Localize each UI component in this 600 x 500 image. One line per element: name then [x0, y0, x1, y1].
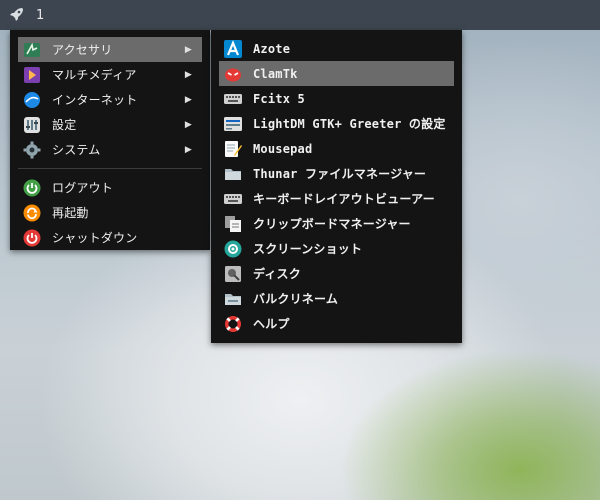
lightdm-icon: [223, 114, 243, 134]
main-menu: アクセサリ ▶ マルチメディア ▶ インターネット ▶ 設定 ▶ システム ▶ …: [10, 30, 210, 250]
submenu-item-keyboard-layout-viewer[interactable]: キーボードレイアウトビューアー: [219, 186, 454, 211]
submenu-item-clipboard-manager[interactable]: クリップボードマネージャー: [219, 211, 454, 236]
taskbar: 1: [0, 0, 600, 30]
submenu-item-help[interactable]: ヘルプ: [219, 311, 454, 336]
submenu-item-label: Mousepad: [253, 141, 313, 156]
submenu-item-mousepad[interactable]: Mousepad: [219, 136, 454, 161]
menu-item-label: アクセサリ: [52, 43, 113, 57]
submenu-item-label: キーボードレイアウトビューアー: [253, 192, 435, 206]
menu-item-system[interactable]: システム ▶: [18, 137, 202, 162]
clamtk-icon: [223, 64, 243, 84]
submenu-item-azote[interactable]: Azote: [219, 36, 454, 61]
menu-item-label: インターネット: [52, 93, 138, 107]
submenu-item-label: Thunar ファイルマネージャー: [253, 167, 427, 181]
submenu-item-label: スクリーンショット: [253, 242, 363, 256]
thunar-icon: [223, 164, 243, 184]
bulk-rename-icon: [223, 289, 243, 309]
keyboard-icon: [223, 89, 243, 109]
submenu-arrow-icon: ▶: [184, 94, 192, 105]
submenu-item-thunar[interactable]: Thunar ファイルマネージャー: [219, 161, 454, 186]
restart-icon: [22, 203, 42, 223]
submenu-arrow-icon: ▶: [184, 69, 192, 80]
help-icon: [223, 314, 243, 334]
clipboard-icon: [223, 214, 243, 234]
disks-icon: [223, 264, 243, 284]
accessories-submenu: Azote ClamTk Fcitx 5 LightDM GTK+ Greete…: [211, 30, 462, 343]
submenu-arrow-icon: ▶: [184, 119, 192, 130]
menu-item-accessories[interactable]: アクセサリ ▶: [18, 37, 202, 62]
screenshot-icon: [223, 239, 243, 259]
submenu-item-label: クリップボードマネージャー: [253, 217, 411, 231]
rocket-launcher-icon[interactable]: [6, 4, 28, 26]
submenu-item-label: ヘルプ: [253, 317, 290, 331]
menu-separator: [18, 168, 202, 169]
submenu-item-label: バルクリネーム: [253, 292, 339, 306]
menu-item-label: システム: [52, 143, 101, 157]
multimedia-icon: [22, 65, 42, 85]
submenu-item-label: LightDM GTK+ Greeter の設定: [253, 117, 446, 131]
system-icon: [22, 140, 42, 160]
menu-item-multimedia[interactable]: マルチメディア ▶: [18, 62, 202, 87]
logout-icon: [22, 178, 42, 198]
menu-item-label: シャットダウン: [52, 231, 138, 245]
submenu-item-label: Fcitx 5: [253, 91, 305, 106]
submenu-item-label: ClamTk: [253, 66, 298, 81]
menu-item-internet[interactable]: インターネット ▶: [18, 87, 202, 112]
submenu-item-lightdm-settings[interactable]: LightDM GTK+ Greeter の設定: [219, 111, 454, 136]
submenu-item-label: ディスク: [253, 267, 301, 281]
submenu-item-disks[interactable]: ディスク: [219, 261, 454, 286]
submenu-item-label: Azote: [253, 41, 291, 56]
settings-icon: [22, 115, 42, 135]
accessories-icon: [22, 40, 42, 60]
workspace-indicator[interactable]: 1: [36, 8, 44, 23]
menu-item-settings[interactable]: 設定 ▶: [18, 112, 202, 137]
menu-item-label: 再起動: [52, 206, 89, 220]
mousepad-icon: [223, 139, 243, 159]
shutdown-icon: [22, 228, 42, 248]
menu-item-restart[interactable]: 再起動: [18, 200, 202, 225]
internet-icon: [22, 90, 42, 110]
azote-icon: [223, 39, 243, 59]
menu-item-label: マルチメディア: [52, 68, 137, 82]
submenu-arrow-icon: ▶: [184, 144, 192, 155]
menu-item-label: ログアウト: [52, 181, 114, 195]
submenu-item-fcitx[interactable]: Fcitx 5: [219, 86, 454, 111]
menu-item-logout[interactable]: ログアウト: [18, 175, 202, 200]
menu-item-shutdown[interactable]: シャットダウン: [18, 225, 202, 250]
submenu-item-screenshot[interactable]: スクリーンショット: [219, 236, 454, 261]
submenu-item-clamtk[interactable]: ClamTk: [219, 61, 454, 86]
menu-item-label: 設定: [52, 118, 77, 132]
keyboard-layout-icon: [223, 189, 243, 209]
submenu-item-bulk-rename[interactable]: バルクリネーム: [219, 286, 454, 311]
submenu-arrow-icon: ▶: [184, 44, 192, 55]
